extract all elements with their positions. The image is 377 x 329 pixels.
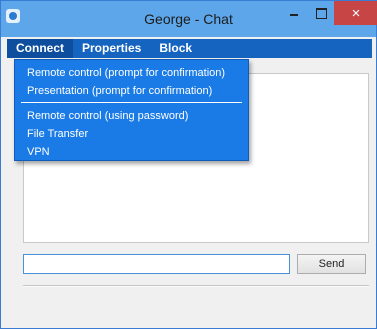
menu-item-vpn[interactable]: VPN bbox=[15, 143, 248, 161]
menu-block[interactable]: Block bbox=[150, 39, 201, 58]
status-divider bbox=[23, 285, 369, 287]
maximize-icon bbox=[315, 7, 327, 19]
title-bar[interactable]: George - Chat × bbox=[1, 1, 377, 37]
maximize-button[interactable] bbox=[308, 1, 334, 25]
close-button[interactable]: × bbox=[334, 1, 377, 25]
connect-menu-dropdown: Remote control (prompt for confirmation)… bbox=[14, 59, 249, 161]
menu-properties[interactable]: Properties bbox=[73, 39, 150, 58]
menu-item-remote-control-confirm[interactable]: Remote control (prompt for confirmation) bbox=[15, 64, 248, 82]
menu-separator bbox=[21, 102, 242, 103]
menu-connect[interactable]: Connect bbox=[7, 39, 73, 58]
menu-item-remote-control-password[interactable]: Remote control (using password) bbox=[15, 107, 248, 125]
send-button[interactable]: Send bbox=[297, 254, 366, 274]
minimize-button[interactable] bbox=[281, 1, 307, 25]
message-input[interactable] bbox=[23, 254, 290, 274]
close-icon: × bbox=[351, 4, 361, 22]
minimize-icon bbox=[290, 14, 298, 16]
menu-item-file-transfer[interactable]: File Transfer bbox=[15, 125, 248, 143]
menu-item-presentation-confirm[interactable]: Presentation (prompt for confirmation) bbox=[15, 82, 248, 100]
menu-bar: Connect Properties Block bbox=[7, 39, 372, 58]
chat-window: George - Chat × Connect Properties Block… bbox=[0, 0, 377, 329]
